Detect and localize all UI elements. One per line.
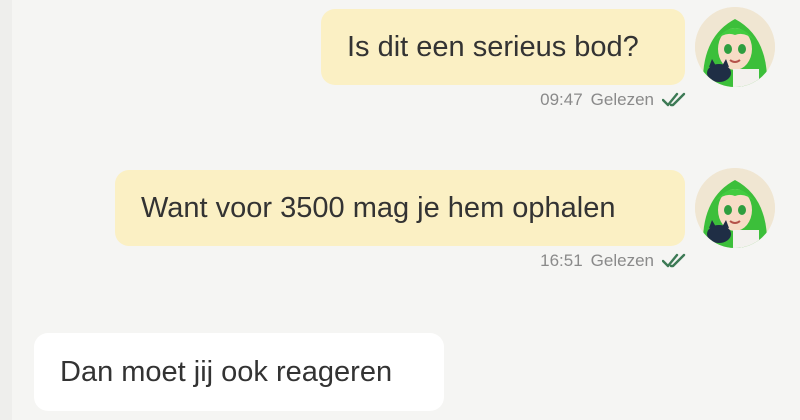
screen-edge bbox=[0, 0, 12, 420]
double-check-icon bbox=[662, 253, 686, 268]
message-bubble-outgoing[interactable]: Is dit een serieus bod? bbox=[321, 9, 685, 85]
message-meta: 16:51 Gelezen bbox=[540, 251, 690, 271]
anime-girl-avatar[interactable] bbox=[695, 168, 775, 248]
message-meta: 09:47 Gelezen bbox=[540, 90, 690, 110]
message-text: Is dit een serieus bod? bbox=[347, 30, 639, 63]
message-text: Dan moet jij ook reageren bbox=[60, 355, 393, 388]
message-time: 09:47 bbox=[540, 90, 583, 109]
read-status: Gelezen bbox=[590, 251, 654, 270]
message-text: Want voor 3500 mag je hem ophalen bbox=[141, 191, 616, 224]
read-status: Gelezen bbox=[590, 90, 654, 109]
double-check-icon bbox=[662, 92, 686, 107]
message-bubble-incoming[interactable]: Dan moet jij ook reageren bbox=[34, 333, 444, 411]
message-time: 16:51 bbox=[540, 251, 583, 270]
anime-girl-avatar[interactable] bbox=[695, 7, 775, 87]
message-bubble-outgoing[interactable]: Want voor 3500 mag je hem ophalen bbox=[115, 170, 685, 246]
